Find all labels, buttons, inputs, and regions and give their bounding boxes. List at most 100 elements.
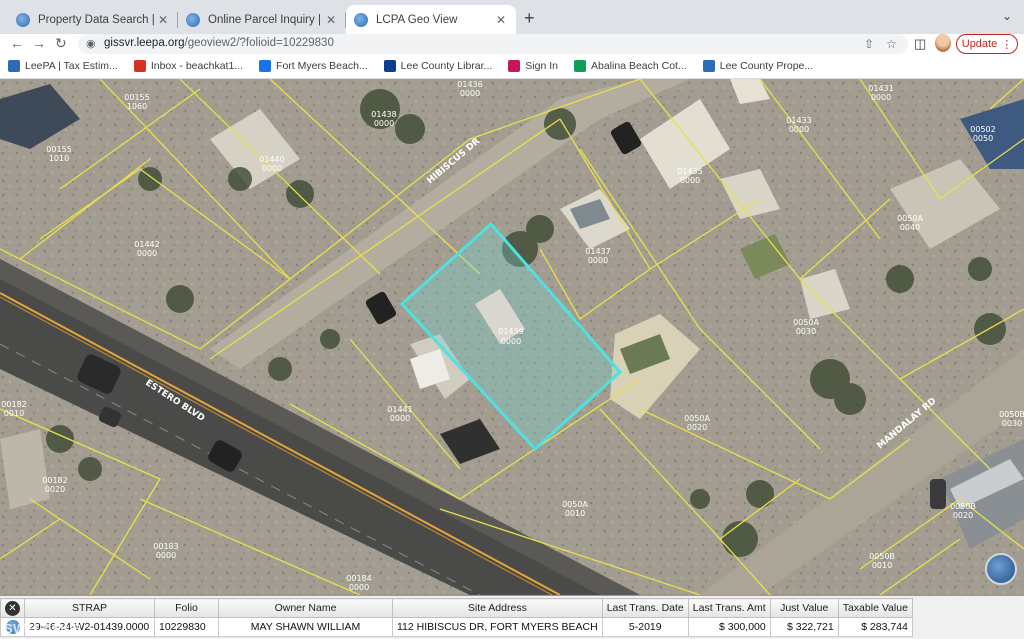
tab-strip: Property Data Search | Lee Co ✕ Online P… (0, 0, 1024, 34)
leepa-icon (8, 60, 20, 72)
parcel-number: 01436 (457, 80, 482, 89)
bookmark-lee-county-property[interactable]: Lee County Prope... (702, 60, 814, 72)
tab-title: Online Parcel Inquiry | Lee Co (208, 13, 324, 26)
parcel-number: 0050B (869, 552, 895, 561)
bookmark-lee-county-library[interactable]: Lee County Librar... (383, 60, 493, 72)
selected-parcel-number[interactable]: 01439 (498, 327, 523, 336)
mls-watermark: SWFLAMLS (4, 621, 82, 636)
parcel-sub: 0000 (588, 256, 608, 265)
bookmark-label: Abalina Beach Cot... (591, 60, 687, 72)
bookmark-label: Lee County Prope... (719, 60, 814, 72)
column-header[interactable]: Last Trans. Date (601, 598, 689, 618)
aerial-map[interactable]: HIBISCUS DR ESTERO BLVD MANDALAY RD 0143… (0, 79, 1024, 595)
column-header[interactable]: Folio (154, 598, 219, 618)
share-icon[interactable]: ⇧ (864, 37, 874, 51)
close-tab-icon[interactable]: ✕ (494, 13, 508, 27)
bookmark-abalina-beach[interactable]: Abalina Beach Cot... (574, 60, 687, 72)
parcel-number: 01435 (677, 167, 702, 176)
close-tab-icon[interactable]: ✕ (324, 13, 338, 27)
library-icon (383, 60, 396, 72)
column-header[interactable]: Taxable Value (837, 598, 913, 618)
parcel-number: 0050B (999, 410, 1024, 419)
bookmark-label: Inbox - beachkat1... (150, 60, 244, 72)
tab-search-icon[interactable]: ⌄ (1002, 9, 1012, 23)
column-header[interactable]: Site Address (392, 598, 603, 618)
bookmarks-bar: LeePA | Tax Estim... Inbox - beachkat1..… (0, 54, 1024, 79)
parcel-number: 01442 (134, 240, 159, 249)
more-icon: ⋮ (1001, 38, 1013, 51)
column-header[interactable]: Owner Name (218, 598, 393, 618)
parcel-sub: 1010 (49, 154, 69, 163)
tab-online-parcel-inquiry[interactable]: Online Parcel Inquiry | Lee Co ✕ (178, 5, 346, 34)
new-tab-button[interactable]: + (524, 8, 535, 29)
back-button[interactable]: ← (10, 35, 24, 51)
address-bar[interactable]: ◉ gissvr.leepa.org/geoview2/?folioid=102… (78, 34, 908, 54)
avatar[interactable] (935, 34, 951, 52)
parcel-sub: 0030 (1002, 419, 1022, 428)
bookmark-inbox[interactable]: Inbox - beachkat1... (133, 60, 244, 72)
bookmark-fort-myers-beach[interactable]: Fort Myers Beach... (259, 60, 368, 72)
parcel-sub: 0040 (900, 223, 920, 232)
bookmark-label: Sign In (525, 60, 558, 72)
globe-icon (186, 12, 200, 27)
results-table: ✕ STRAP Folio Owner Name Site Address La… (0, 598, 913, 637)
close-tab-icon[interactable]: ✕ (156, 13, 170, 27)
tab-title: LCPA Geo View (376, 13, 458, 26)
parcel-number: 01441 (387, 405, 412, 414)
bookmark-label: LeePA | Tax Estim... (25, 60, 118, 72)
results-panel: ✕ STRAP Folio Owner Name Site Address La… (0, 595, 1024, 639)
parcel-number: 0050A (562, 500, 588, 509)
parcel-sub: 1060 (127, 102, 147, 111)
parcel-number: 01433 (786, 116, 811, 125)
globe-icon (354, 12, 368, 27)
parcel-sub: 0000 (156, 551, 176, 560)
parcel-sub: 0000 (789, 125, 809, 134)
beach-icon (574, 60, 586, 72)
parcel-sub: 0050 (973, 134, 993, 143)
parcel-sub: 0010 (4, 409, 24, 418)
close-results-button[interactable]: ✕ (5, 600, 20, 616)
parcel-sub: 0030 (796, 327, 816, 336)
parcel-sub: 0020 (45, 485, 65, 494)
column-header[interactable]: STRAP (24, 598, 155, 618)
forward-button[interactable]: → (32, 35, 46, 51)
globe-icon (16, 12, 30, 27)
update-button[interactable]: Update ⋮ (956, 34, 1018, 54)
column-header[interactable]: Last Trans. Amt (687, 598, 771, 618)
reload-button[interactable]: ↻ (55, 35, 67, 52)
parcel-number: 00182 (42, 476, 67, 485)
parcel-sub: 0000 (871, 93, 891, 102)
close-results-cell: ✕ (0, 598, 25, 618)
parcel-sub: 0000 (349, 583, 369, 592)
folio-cell[interactable]: 10229830 (154, 617, 219, 637)
update-label: Update (961, 38, 998, 50)
address-cell: 112 HIBISCUS DR, FORT MYERS BEACH (392, 617, 603, 637)
bookmark-leepa[interactable]: LeePA | Tax Estim... (8, 60, 118, 72)
tab-lcpa-geo-view[interactable]: LCPA Geo View ✕ (346, 5, 516, 34)
compass-icon[interactable] (985, 553, 1017, 585)
table-row[interactable]: 29-46-24-W2-01439.0000 10229830 MAY SHAW… (0, 617, 913, 637)
star-icon[interactable]: ☆ (886, 37, 897, 51)
parcel-sub: 0000 (262, 164, 282, 173)
parcel-number: 0050B (950, 502, 976, 511)
parcel-sub: 0000 (137, 249, 157, 258)
parcel-number: 00184 (346, 574, 371, 583)
parcel-sub: 0000 (460, 89, 480, 98)
column-header[interactable]: Just Value (769, 598, 839, 618)
parcel-number: 01431 (868, 84, 893, 93)
parcel-sub: 0000 (374, 119, 394, 128)
parcel-sub: 0000 (680, 176, 700, 185)
parcel-number: 00183 (153, 542, 178, 551)
tab-property-data-search[interactable]: Property Data Search | Lee Co ✕ (8, 5, 178, 34)
parcel-sub: 0010 (565, 509, 585, 518)
sidepanel-icon[interactable]: ◫ (914, 36, 926, 52)
bookmark-sign-in[interactable]: Sign In (508, 60, 558, 72)
bookmark-label: Lee County Librar... (400, 60, 493, 72)
globe-icon (259, 60, 272, 72)
lock-icon[interactable]: ◉ (86, 37, 96, 50)
url-text[interactable]: gissvr.leepa.org/geoview2/?folioid=10229… (104, 37, 334, 49)
parcel-sub: 0020 (953, 511, 973, 520)
parcel-sub: 0020 (687, 423, 707, 432)
last-trans-amt-cell: $ 300,000 (687, 617, 771, 637)
owner-cell: MAY SHAWN WILLIAM (218, 617, 393, 637)
